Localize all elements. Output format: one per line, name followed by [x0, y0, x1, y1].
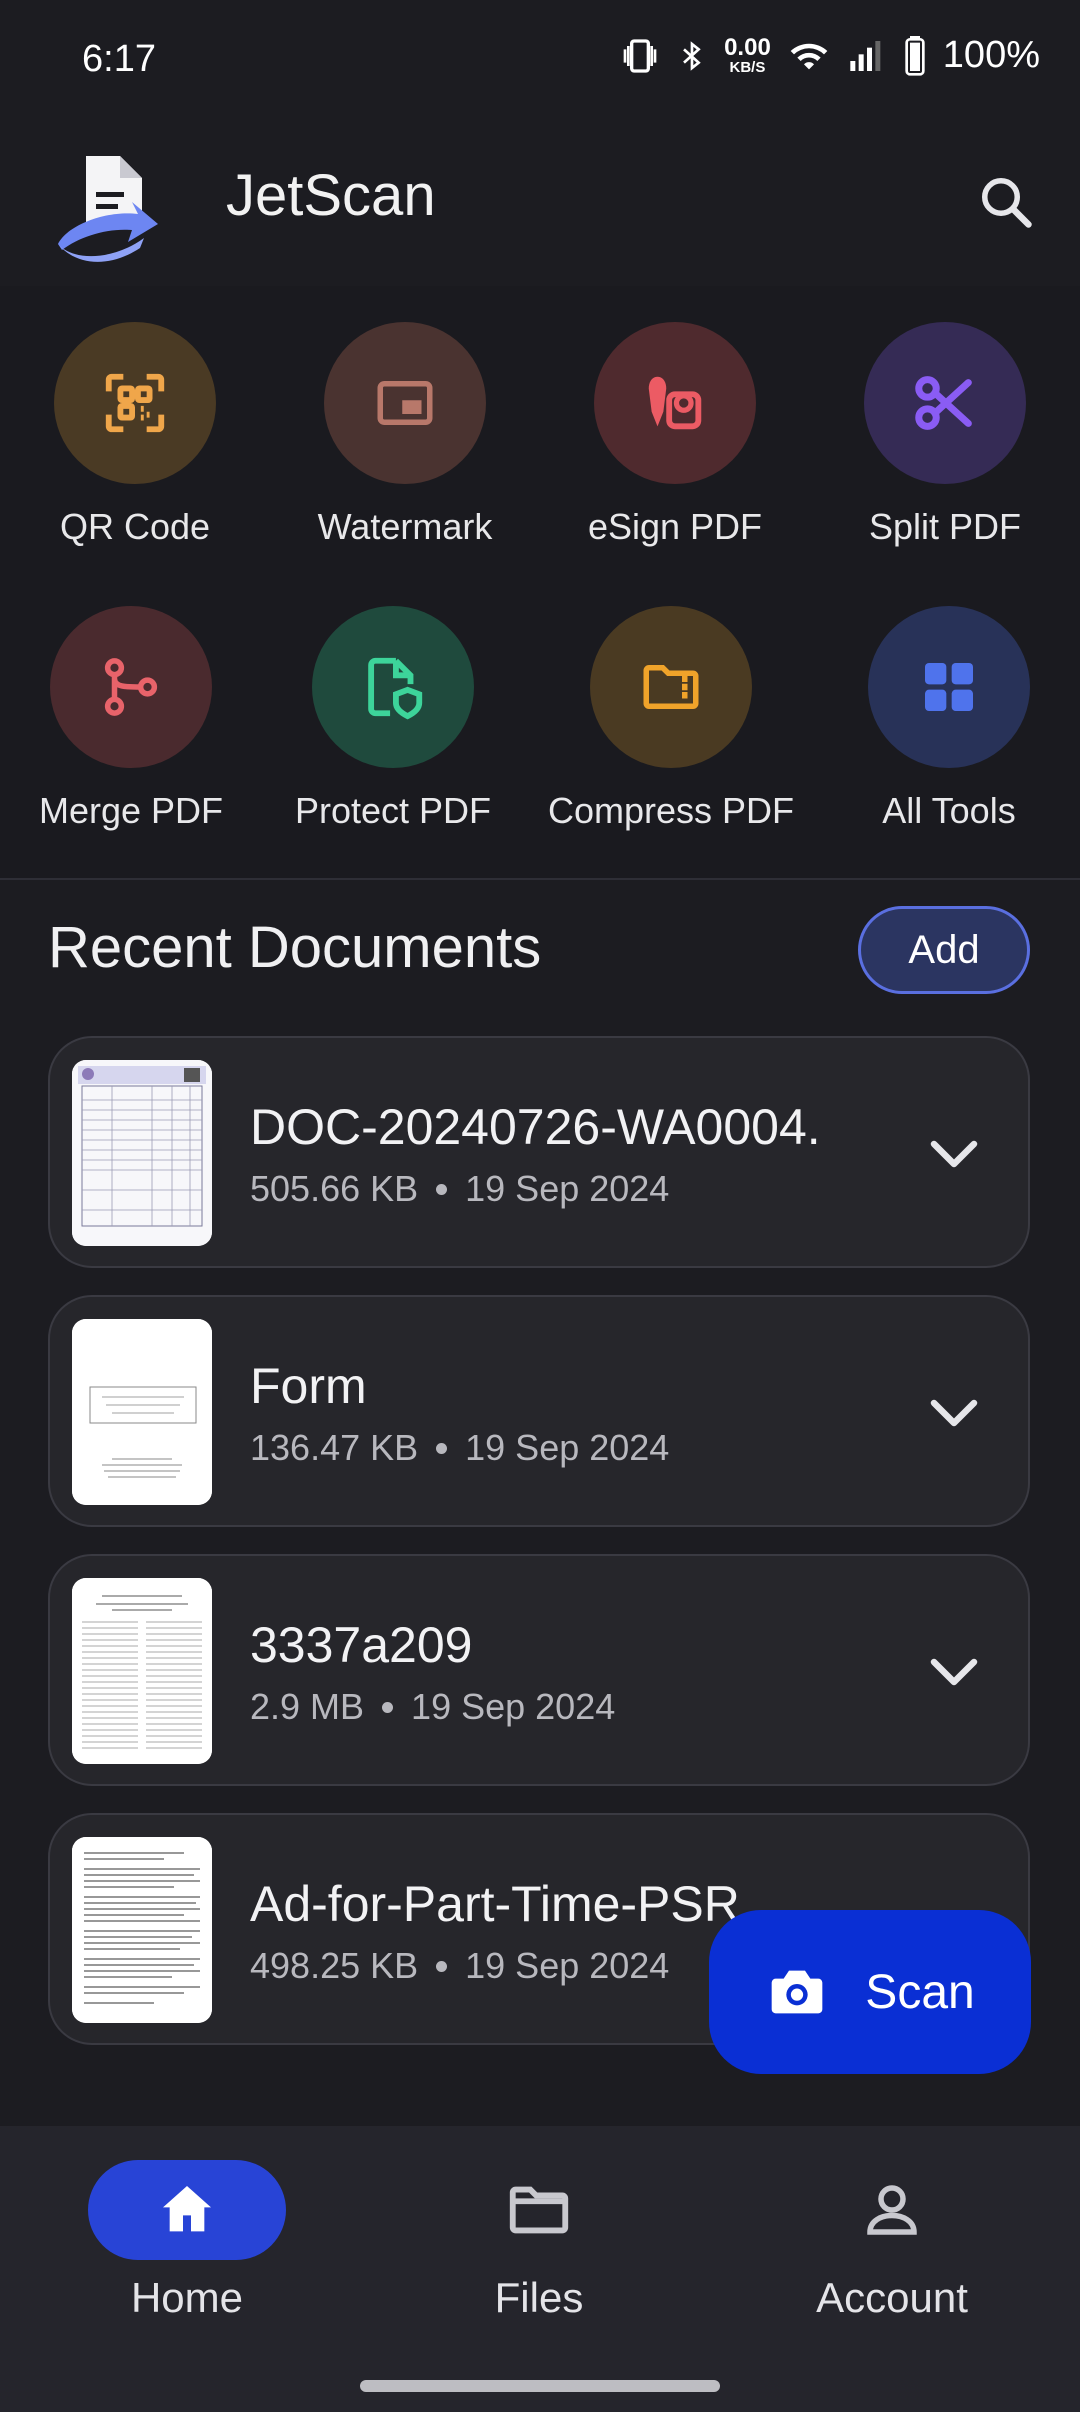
tool-all-tools-circle	[868, 606, 1030, 768]
document-card[interactable]: Form 136.47 KB 19 Sep 2024	[48, 1295, 1030, 1527]
tool-label: eSign PDF	[587, 506, 763, 547]
tool-protect-pdf[interactable]: Protect PDF	[258, 606, 528, 846]
tool-label: Watermark	[317, 506, 493, 547]
tool-watermark[interactable]: Watermark	[270, 322, 540, 562]
watermark-icon	[377, 381, 433, 425]
scan-label: Scan	[865, 1965, 975, 2019]
status-time: 6:17	[82, 38, 156, 80]
separator-dot	[436, 1183, 448, 1195]
document-name: DOC-20240726-WA0004.	[250, 1099, 821, 1155]
chevron-down-icon[interactable]	[924, 1642, 984, 1702]
tool-label: Split PDF	[868, 506, 1022, 547]
status-bar: 6:17 0.00 KB/S 100%	[0, 0, 1080, 124]
tool-compress-circle	[590, 606, 752, 768]
battery-percent: 100%	[942, 34, 1040, 76]
nav-label: Files	[494, 2274, 584, 2321]
scan-button[interactable]: Scan	[709, 1910, 1031, 2074]
tool-split-pdf[interactable]: Split PDF	[810, 322, 1080, 562]
compress-icon	[643, 665, 699, 709]
camera-icon	[771, 1970, 823, 2014]
nav-label: Account	[816, 2274, 968, 2321]
tool-watermark-circle	[324, 322, 486, 484]
nav-account[interactable]: Account	[742, 2160, 1042, 2322]
document-date: 19 Sep 2024	[465, 1945, 670, 1986]
scissors-icon	[915, 376, 972, 430]
document-name: Ad-for-Part-Time-PSR	[250, 1876, 740, 1932]
document-date: 19 Sep 2024	[465, 1168, 670, 1209]
merge-icon	[104, 658, 158, 716]
document-card[interactable]: DOC-20240726-WA0004. 505.66 KB 19 Sep 20…	[48, 1036, 1030, 1268]
document-meta: 2.9 MB 19 Sep 2024	[250, 1686, 615, 1728]
esign-icon	[648, 376, 702, 430]
app-bar: JetScan	[0, 124, 1080, 286]
document-name: Form	[250, 1358, 367, 1414]
document-size: 498.25 KB	[250, 1945, 419, 1986]
tool-qr-code[interactable]: QR Code	[0, 322, 270, 562]
tool-qr-code-circle	[54, 322, 216, 484]
nav-files-pill	[440, 2160, 638, 2260]
folder-icon	[509, 2186, 569, 2234]
vibrate-icon	[623, 38, 657, 73]
chevron-down-icon[interactable]	[924, 1124, 984, 1184]
nav-home-pill	[88, 2160, 286, 2260]
wifi-icon	[790, 43, 828, 69]
nav-files[interactable]: Files	[389, 2160, 689, 2322]
document-name: 3337a209	[250, 1617, 473, 1673]
document-size: 505.66 KB	[250, 1168, 419, 1209]
net-speed: 0.00 KB/S	[724, 34, 771, 76]
signal-icon	[850, 40, 881, 71]
document-thumbnail	[72, 1837, 212, 2023]
nav-home[interactable]: Home	[37, 2160, 337, 2322]
bottom-navigation: Home Files Account	[0, 2126, 1080, 2412]
separator-dot	[382, 1701, 394, 1713]
tool-all-tools[interactable]: All Tools	[814, 606, 1080, 846]
nav-account-pill	[793, 2160, 991, 2260]
tools-grid: QR Code Watermark eSign PDF Split PDF Me…	[0, 286, 1080, 880]
tool-label: All Tools	[882, 790, 1016, 831]
tool-esign-circle	[594, 322, 756, 484]
document-size: 136.47 KB	[250, 1427, 419, 1468]
tool-protect-circle	[312, 606, 474, 768]
tool-label: Compress PDF	[547, 790, 795, 831]
tool-split-circle	[864, 322, 1026, 484]
app-title: JetScan	[226, 163, 436, 228]
search-button[interactable]	[956, 152, 1056, 252]
battery-icon	[905, 35, 925, 76]
separator-dot	[436, 1442, 448, 1454]
grid-icon	[925, 663, 973, 711]
document-thumbnail	[72, 1578, 212, 1764]
document-date: 19 Sep 2024	[411, 1686, 616, 1727]
qr-code-icon	[105, 373, 165, 433]
tool-label: Merge PDF	[38, 790, 224, 831]
bluetooth-icon	[683, 40, 701, 71]
document-card[interactable]: 3337a209 2.9 MB 19 Sep 2024	[48, 1554, 1030, 1786]
home-icon	[163, 2186, 211, 2232]
account-icon	[867, 2185, 917, 2235]
search-icon	[982, 178, 1032, 228]
nav-label: Home	[130, 2274, 244, 2321]
tool-compress-pdf[interactable]: Compress PDF	[536, 606, 806, 846]
tool-esign-pdf[interactable]: eSign PDF	[540, 322, 810, 562]
chevron-down-icon[interactable]	[924, 1383, 984, 1443]
document-thumbnail	[72, 1060, 212, 1246]
document-meta: 498.25 KB 19 Sep 2024	[250, 1945, 669, 1987]
tool-merge-circle	[50, 606, 212, 768]
document-date: 19 Sep 2024	[465, 1427, 670, 1468]
home-indicator	[360, 2380, 720, 2392]
document-size: 2.9 MB	[250, 1686, 365, 1727]
status-icons: 0.00 KB/S 100%	[620, 34, 1040, 77]
document-meta: 136.47 KB 19 Sep 2024	[250, 1427, 669, 1469]
document-thumbnail	[72, 1319, 212, 1505]
separator-dot	[436, 1960, 448, 1972]
protect-icon	[368, 657, 423, 720]
tool-merge-pdf[interactable]: Merge PDF	[0, 606, 266, 846]
document-meta: 505.66 KB 19 Sep 2024	[250, 1168, 669, 1210]
recent-documents-title: Recent Documents	[48, 915, 542, 980]
tool-label: QR Code	[59, 506, 211, 547]
add-button[interactable]: Add	[858, 906, 1030, 994]
jetscan-logo-icon	[58, 156, 158, 262]
tool-label: Protect PDF	[294, 790, 492, 831]
